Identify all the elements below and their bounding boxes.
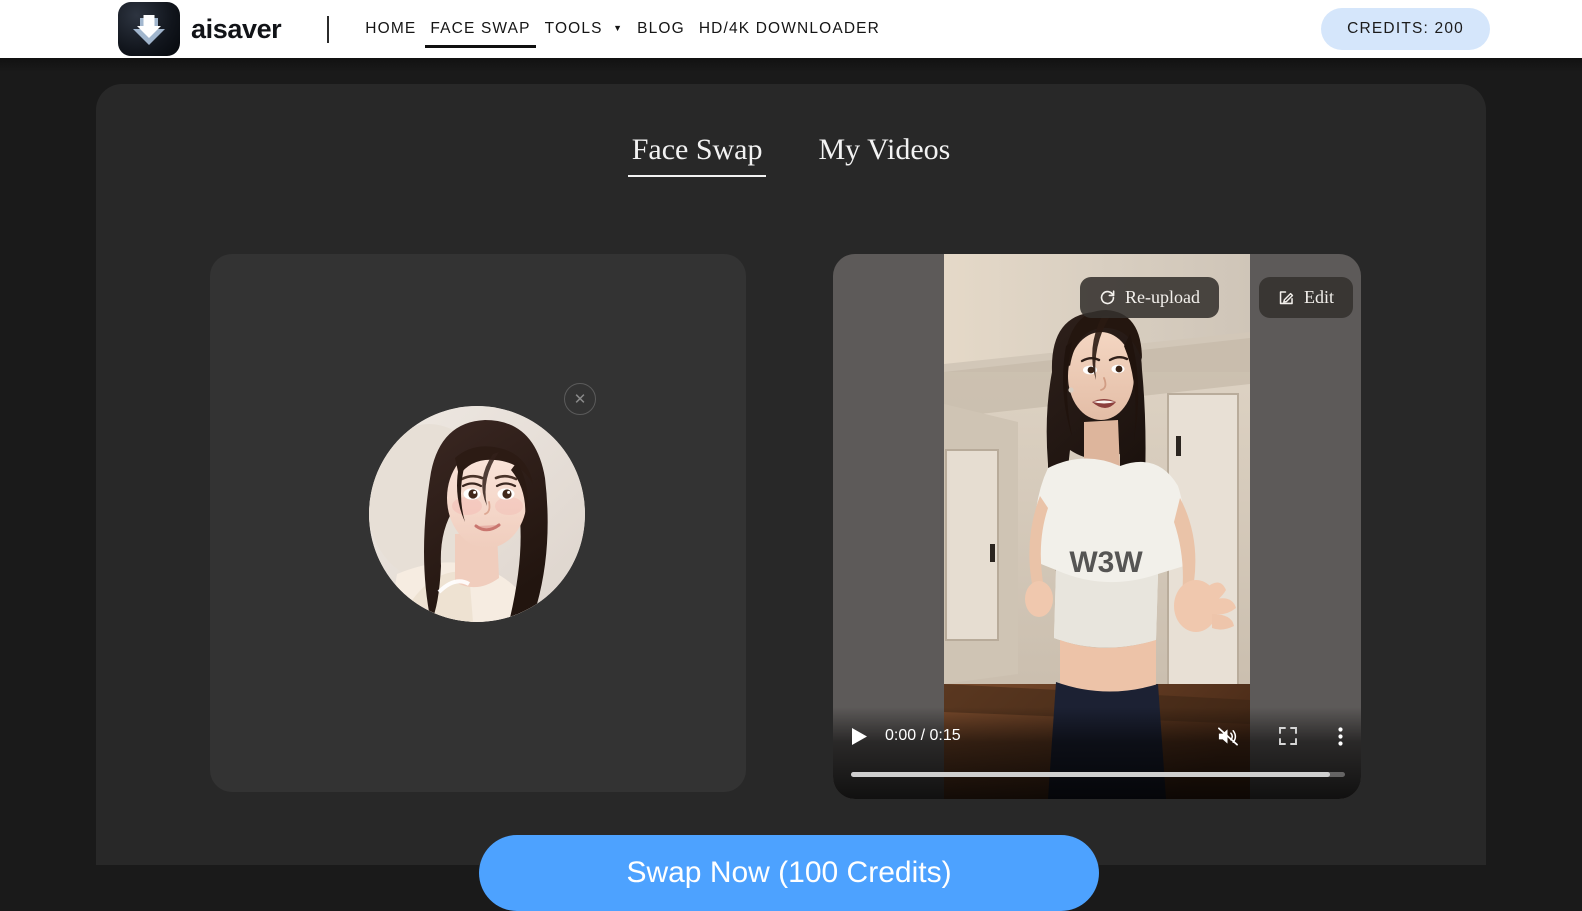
tab-label: Face Swap <box>631 133 763 166</box>
tab-face-swap[interactable]: Face Swap <box>627 130 767 177</box>
nav-item-tools[interactable]: TOOLS ▼ <box>538 6 631 53</box>
logo-text: aisaver <box>191 13 282 44</box>
main-card: Face Swap My Videos ✕ W3W Re-upload Edit… <box>96 84 1486 911</box>
face-upload-panel[interactable]: ✕ <box>210 254 746 792</box>
close-circle-icon[interactable]: ✕ <box>564 383 596 415</box>
fullscreen-icon[interactable] <box>1279 727 1297 745</box>
edit-label: Edit <box>1304 287 1334 307</box>
re-upload-button[interactable]: Re-upload <box>1080 277 1219 318</box>
nav-item-label: FACE SWAP <box>430 19 531 37</box>
play-icon[interactable] <box>851 727 868 746</box>
video-progress-buffered <box>851 772 1331 777</box>
video-controls: 0:00 / 0:15 <box>833 707 1361 799</box>
video-preview-panel[interactable]: W3W Re-upload Edit 0:00 / 0:15 <box>833 254 1361 799</box>
pencil-square-icon <box>1279 291 1294 305</box>
re-upload-label: Re-upload <box>1125 287 1200 307</box>
volume-muted-icon[interactable] <box>1216 726 1239 747</box>
tab-my-videos[interactable]: My Videos <box>814 130 954 177</box>
kebab-menu-icon[interactable] <box>1338 726 1343 746</box>
nav-item-blog[interactable]: BLOG <box>630 6 692 53</box>
site-header: aisaver HOME FACE SWAP TOOLS ▼ BLOG HD/4… <box>0 0 1582 58</box>
chevron-down-icon: ▼ <box>613 22 624 33</box>
nav-item-home[interactable]: HOME <box>358 6 423 53</box>
swap-now-button[interactable]: Swap Now (100 Credits) <box>479 835 1099 911</box>
video-time-label: 0:00 / 0:15 <box>885 727 961 744</box>
download-arrow-icon <box>118 2 180 56</box>
nav-item-label: TOOLS <box>544 19 603 37</box>
page-body: Face Swap My Videos ✕ W3W Re-upload Edit… <box>0 58 1582 911</box>
header-divider <box>327 15 330 43</box>
edit-button[interactable]: Edit <box>1259 277 1353 318</box>
refresh-icon <box>1100 290 1115 305</box>
nav-item-label: HD/4K DOWNLOADER <box>698 19 881 37</box>
nav-item-label: HOME <box>365 19 417 37</box>
nav-item-label: BLOG <box>637 19 685 37</box>
uploaded-face-photo[interactable] <box>369 406 585 622</box>
credits-badge[interactable]: CREDITS: 200 <box>1321 8 1490 50</box>
tab-label: My Videos <box>818 133 951 166</box>
video-progress-bar[interactable] <box>851 772 1345 777</box>
close-icon-glyph: ✕ <box>573 391 587 408</box>
svg-text:W3W: W3W <box>1069 546 1143 579</box>
nav-item-hd4k-downloader[interactable]: HD/4K DOWNLOADER <box>692 6 887 53</box>
editor-panels: ✕ W3W Re-upload Edit 0:00 / 0:15 <box>96 254 1486 814</box>
nav-item-face-swap[interactable]: FACE SWAP <box>423 6 537 53</box>
logo[interactable]: aisaver <box>118 2 282 56</box>
main-nav: HOME FACE SWAP TOOLS ▼ BLOG HD/4K DOWNLO… <box>358 6 887 53</box>
tab-bar: Face Swap My Videos <box>96 130 1486 177</box>
